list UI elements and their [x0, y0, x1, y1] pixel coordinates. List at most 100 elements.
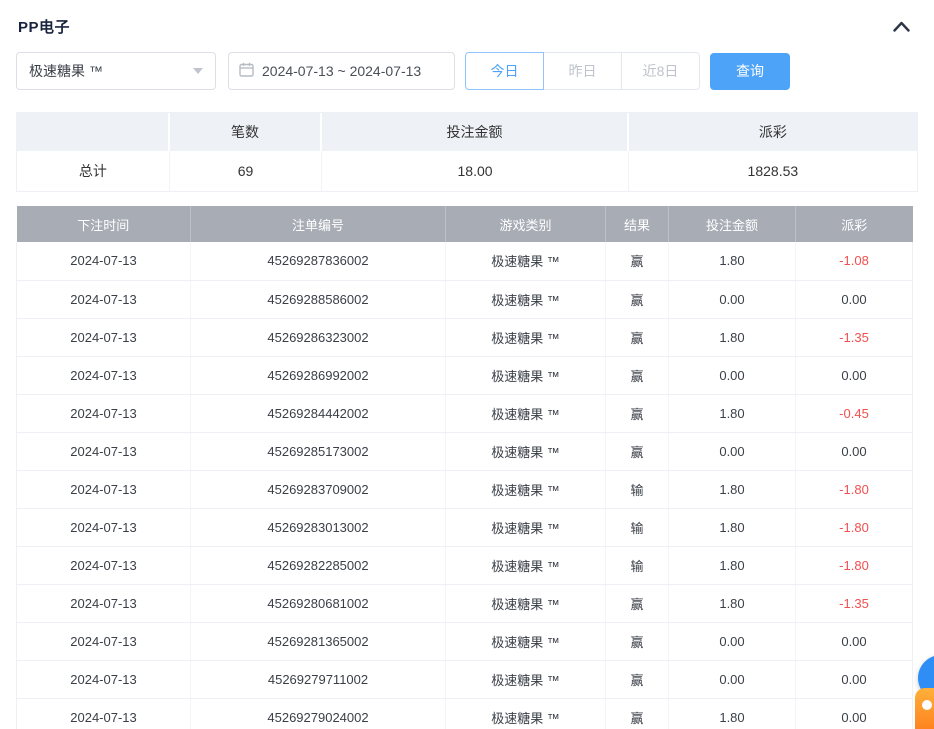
payout-cell: 0.00	[796, 622, 913, 660]
game-type-cell: 极速糖果 ™	[446, 318, 606, 356]
result-cell: 赢	[606, 280, 669, 318]
table-row: 2024-07-1345269283013002极速糖果 ™输1.80-1.80	[17, 508, 913, 546]
header-bet-amount: 投注金额	[669, 206, 796, 242]
order-id-cell: 45269283013002	[191, 508, 446, 546]
game-type-cell: 极速糖果 ™	[446, 584, 606, 622]
order-id-cell: 45269288586002	[191, 280, 446, 318]
chevron-up-icon	[893, 20, 910, 35]
bet-amount-cell: 1.80	[669, 698, 796, 729]
date-range-input[interactable]: 2024-07-13 ~ 2024-07-13	[228, 52, 455, 90]
bet-date-cell: 2024-07-13	[17, 660, 191, 698]
game-type-cell: 极速糖果 ™	[446, 356, 606, 394]
order-id-cell: 45269283709002	[191, 470, 446, 508]
header-result: 结果	[606, 206, 669, 242]
result-cell: 赢	[606, 698, 669, 729]
order-id-cell: 45269287836002	[191, 242, 446, 280]
panel-header: PP电子	[0, 0, 934, 37]
order-id-cell: 45269284442002	[191, 394, 446, 432]
result-cell: 赢	[606, 318, 669, 356]
bet-table-body: 2024-07-1345269287836002极速糖果 ™赢1.80-1.08…	[17, 242, 913, 729]
pp-electronic-panel: PP电子 极速糖果 ™ 2024-07-13 ~ 2024-07-13 今日 昨…	[0, 0, 934, 729]
table-row: 2024-07-1345269279711002极速糖果 ™赢0.000.00	[17, 660, 913, 698]
range-button-today[interactable]: 今日	[465, 52, 544, 90]
bet-amount-cell: 0.00	[669, 280, 796, 318]
result-cell: 输	[606, 546, 669, 584]
summary-total-row: 总计 69 18.00 1828.53	[17, 151, 917, 191]
summary-header-blank	[17, 113, 170, 151]
game-type-cell: 极速糖果 ™	[446, 508, 606, 546]
order-id-cell: 45269286992002	[191, 356, 446, 394]
chevron-down-icon	[193, 68, 203, 74]
bet-date-cell: 2024-07-13	[17, 470, 191, 508]
payout-cell: -1.35	[796, 318, 913, 356]
order-id-cell: 45269281365002	[191, 622, 446, 660]
bet-date-cell: 2024-07-13	[17, 394, 191, 432]
bet-date-cell: 2024-07-13	[17, 318, 191, 356]
total-payout: 1828.53	[629, 151, 917, 191]
bet-date-cell: 2024-07-13	[17, 546, 191, 584]
game-type-cell: 极速糖果 ™	[446, 546, 606, 584]
search-button[interactable]: 查询	[710, 53, 790, 90]
bet-amount-cell: 0.00	[669, 660, 796, 698]
table-row: 2024-07-1345269279024002极速糖果 ™赢1.800.00	[17, 698, 913, 729]
table-row: 2024-07-1345269287836002极速糖果 ™赢1.80-1.08	[17, 242, 913, 280]
summary-header-payout: 派彩	[629, 113, 917, 151]
bet-amount-cell: 0.00	[669, 356, 796, 394]
game-select[interactable]: 极速糖果 ™	[16, 52, 216, 90]
game-select-value: 极速糖果 ™	[29, 61, 103, 81]
payout-cell: 0.00	[796, 660, 913, 698]
table-row: 2024-07-1345269283709002极速糖果 ™输1.80-1.80	[17, 470, 913, 508]
table-row: 2024-07-1345269286323002极速糖果 ™赢1.80-1.35	[17, 318, 913, 356]
bet-date-cell: 2024-07-13	[17, 242, 191, 280]
payout-cell: -1.80	[796, 546, 913, 584]
bet-date-cell: 2024-07-13	[17, 432, 191, 470]
calendar-icon	[239, 62, 254, 80]
payout-cell: 0.00	[796, 698, 913, 729]
bet-amount-cell: 0.00	[669, 622, 796, 660]
game-type-cell: 极速糖果 ™	[446, 470, 606, 508]
payout-cell: -1.08	[796, 242, 913, 280]
range-button-last8days[interactable]: 近8日	[621, 52, 700, 90]
summary-header-bet-amount: 投注金额	[322, 113, 628, 151]
header-order-id: 注单编号	[191, 206, 446, 242]
floating-service-button[interactable]	[915, 688, 934, 729]
summary-header-row: 笔数 投注金额 派彩	[17, 113, 917, 151]
collapse-button[interactable]	[891, 19, 912, 34]
bet-date-cell: 2024-07-13	[17, 280, 191, 318]
result-cell: 输	[606, 470, 669, 508]
bet-date-cell: 2024-07-13	[17, 356, 191, 394]
table-row: 2024-07-1345269285173002极速糖果 ™赢0.000.00	[17, 432, 913, 470]
total-count: 69	[170, 151, 323, 191]
payout-cell: -1.80	[796, 470, 913, 508]
bet-amount-cell: 1.80	[669, 470, 796, 508]
order-id-cell: 45269282285002	[191, 546, 446, 584]
game-type-cell: 极速糖果 ™	[446, 698, 606, 729]
date-range-value: 2024-07-13 ~ 2024-07-13	[262, 63, 421, 79]
bet-amount-cell: 0.00	[669, 432, 796, 470]
table-row: 2024-07-1345269286992002极速糖果 ™赢0.000.00	[17, 356, 913, 394]
payout-cell: -1.35	[796, 584, 913, 622]
result-cell: 赢	[606, 622, 669, 660]
table-row: 2024-07-1345269284442002极速糖果 ™赢1.80-0.45	[17, 394, 913, 432]
table-row: 2024-07-1345269280681002极速糖果 ™赢1.80-1.35	[17, 584, 913, 622]
order-id-cell: 45269279024002	[191, 698, 446, 729]
header-bet-time: 下注时间	[17, 206, 191, 242]
header-game-type: 游戏类别	[446, 206, 606, 242]
game-type-cell: 极速糖果 ™	[446, 660, 606, 698]
order-id-cell: 45269279711002	[191, 660, 446, 698]
bet-table-header-row: 下注时间 注单编号 游戏类别 结果 投注金额 派彩	[17, 206, 913, 242]
game-type-cell: 极速糖果 ™	[446, 242, 606, 280]
range-button-yesterday[interactable]: 昨日	[543, 52, 622, 90]
result-cell: 赢	[606, 432, 669, 470]
total-label: 总计	[17, 151, 170, 191]
bet-date-cell: 2024-07-13	[17, 622, 191, 660]
bet-date-cell: 2024-07-13	[17, 508, 191, 546]
summary-section: 笔数 投注金额 派彩 总计 69 18.00 1828.53	[16, 112, 918, 192]
payout-cell: 0.00	[796, 432, 913, 470]
filter-bar: 极速糖果 ™ 2024-07-13 ~ 2024-07-13 今日 昨日 近8日…	[16, 52, 918, 90]
game-type-cell: 极速糖果 ™	[446, 394, 606, 432]
page-title: PP电子	[18, 16, 70, 37]
game-type-cell: 极速糖果 ™	[446, 280, 606, 318]
bet-records-table: 下注时间 注单编号 游戏类别 结果 投注金额 派彩 2024-07-134526…	[16, 206, 913, 729]
bet-amount-cell: 1.80	[669, 394, 796, 432]
